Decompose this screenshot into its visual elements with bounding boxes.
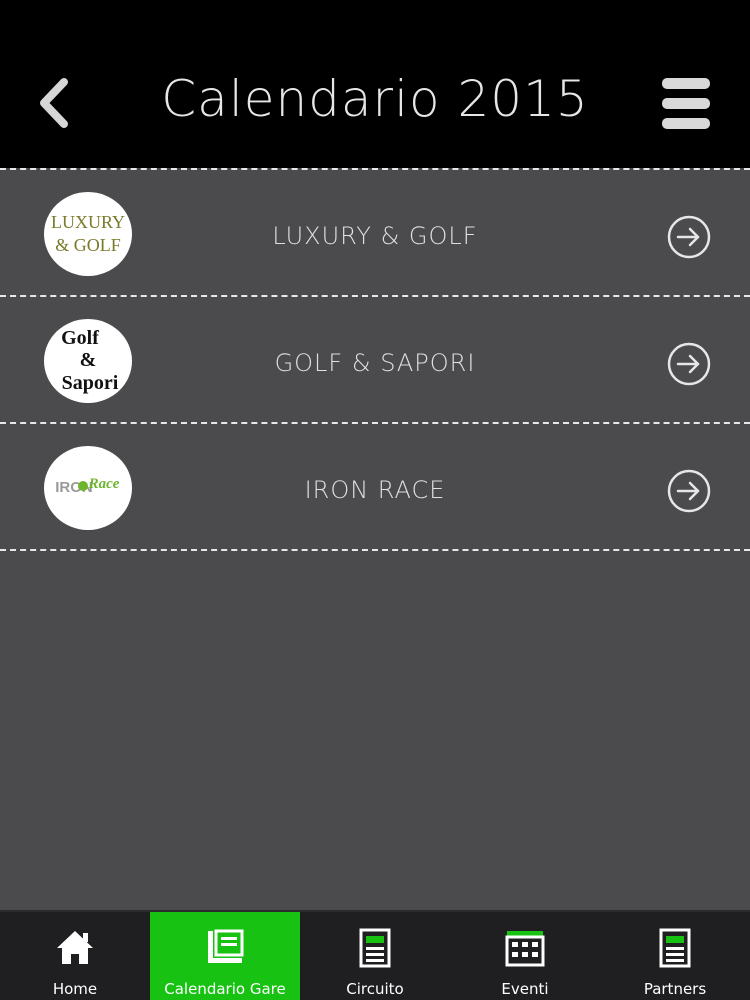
chevron-left-icon: [40, 78, 68, 128]
document-icon: [659, 928, 691, 968]
list-item-label: GOLF & SAPORI: [274, 349, 476, 377]
calendar-book-icon: [208, 929, 244, 963]
luxury-golf-logo: LUXURY & GOLF: [44, 192, 132, 276]
list-item-label: LUXURY & GOLF: [272, 222, 478, 250]
hamburger-menu-icon: [662, 78, 710, 89]
tab-eventi[interactable]: Eventi: [450, 912, 600, 1000]
event-list: LUXURY & GOLF LUXURY & GOLF Golf & Sapor…: [0, 168, 750, 551]
tab-label: Partners: [643, 980, 707, 998]
svg-text:Race: Race: [88, 476, 120, 492]
arrow-right-circle-icon: [667, 342, 711, 386]
list-item-luxury-golf[interactable]: LUXURY & GOLF LUXURY & GOLF: [0, 170, 750, 295]
tab-label: Home: [52, 980, 98, 998]
page-title: Calendario 2015: [161, 70, 589, 128]
home-icon: [57, 931, 93, 964]
back-button[interactable]: [30, 72, 80, 134]
arrow-right-circle-icon: [667, 215, 711, 259]
svg-text:Golf: Golf: [61, 327, 99, 349]
tab-home[interactable]: Home: [0, 912, 150, 1000]
svg-text:& GOLF: & GOLF: [55, 235, 121, 255]
golf-sapori-logo: Golf & Sapori: [44, 319, 132, 403]
bottom-tab-bar: Home Calendario Gare Circuito Eventi Par…: [0, 910, 750, 1000]
tab-circuito[interactable]: Circuito: [300, 912, 450, 1000]
document-icon: [359, 928, 391, 968]
tab-label: Calendario Gare: [164, 980, 286, 998]
iron-race-logo: IRON Race: [44, 446, 132, 530]
svg-text:&: &: [80, 349, 97, 371]
list-item-label: IRON RACE: [304, 476, 446, 504]
list-item-golf-sapori[interactable]: Golf & Sapori GOLF & SAPORI: [0, 297, 750, 422]
list-item-iron-race[interactable]: IRON Race IRON RACE: [0, 424, 750, 549]
calendar-grid-icon: [505, 931, 545, 967]
svg-text:Sapori: Sapori: [62, 372, 119, 394]
divider: [0, 549, 750, 551]
tab-calendario-gare[interactable]: Calendario Gare: [150, 912, 300, 1000]
tab-partners[interactable]: Partners: [600, 912, 750, 1000]
tab-label: Eventi: [501, 980, 549, 998]
tab-label: Circuito: [346, 980, 404, 998]
menu-button[interactable]: [658, 76, 714, 130]
app-header: Calendario 2015: [0, 0, 750, 168]
arrow-right-circle-icon: [667, 469, 711, 513]
svg-text:LUXURY: LUXURY: [51, 212, 125, 232]
